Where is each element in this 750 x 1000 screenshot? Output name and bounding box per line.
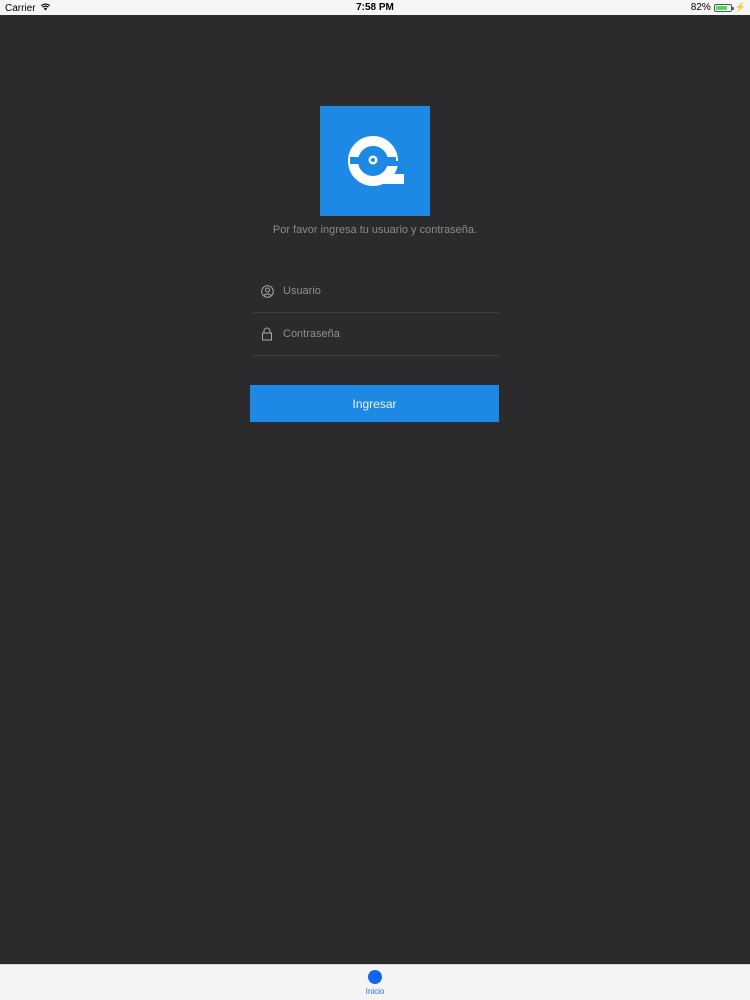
username-input[interactable] bbox=[283, 285, 499, 297]
tab-bar: Inicio bbox=[0, 964, 750, 1000]
login-button[interactable]: Ingresar bbox=[250, 385, 499, 422]
charging-bolt-icon: ⚡ bbox=[734, 2, 746, 12]
username-field[interactable] bbox=[253, 270, 499, 313]
app-logo bbox=[320, 106, 430, 216]
q-logo-icon bbox=[348, 136, 404, 186]
login-prompt: Por favor ingresa tu usuario y contraseñ… bbox=[272, 224, 478, 236]
home-circle-icon bbox=[368, 970, 382, 984]
status-right: 82% ⚡ bbox=[691, 2, 746, 13]
user-icon bbox=[260, 284, 274, 298]
battery-icon bbox=[713, 3, 734, 12]
tab-inicio-label: Inicio bbox=[365, 987, 385, 996]
password-field[interactable] bbox=[253, 313, 499, 356]
battery-percent: 82% bbox=[690, 2, 711, 13]
status-bar: Carrier 7:58 PM 82% ⚡ bbox=[0, 0, 750, 15]
battery-fill bbox=[715, 5, 728, 10]
lock-icon bbox=[260, 327, 274, 341]
status-time: 7:58 PM bbox=[356, 2, 394, 13]
tab-inicio[interactable]: Inicio bbox=[355, 968, 395, 996]
password-input[interactable] bbox=[283, 328, 499, 340]
